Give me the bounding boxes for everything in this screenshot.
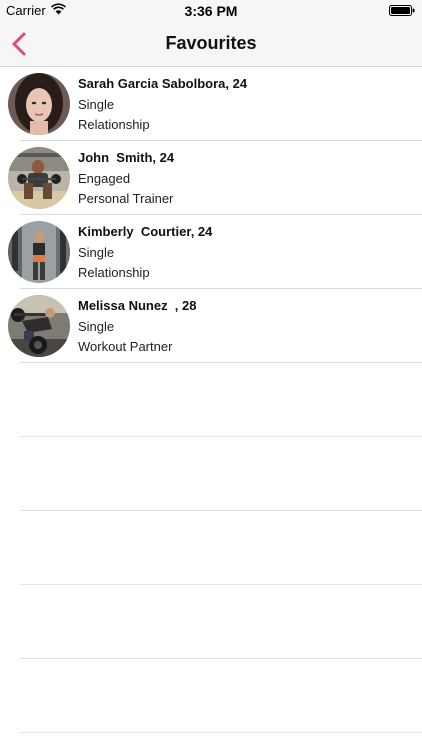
- status-bar: Carrier 3:36 PM: [0, 0, 422, 22]
- page-title: Favourites: [165, 33, 257, 53]
- favourite-name: Sarah Garcia Sabolbora, 24: [78, 76, 248, 91]
- favourites-list: Sarah Garcia Sabolbora, 24 Single Relati…: [0, 67, 422, 733]
- list-item[interactable]: Melissa Nunez , 28 Single Workout Partne…: [0, 289, 422, 363]
- navigation-bar: Favourites: [0, 22, 422, 67]
- avatar: [8, 295, 70, 357]
- favourite-name: John Smith, 24: [78, 150, 175, 165]
- favourite-status: Single: [78, 97, 115, 112]
- favourite-looking-for: Workout Partner: [78, 339, 173, 354]
- empty-row: [0, 437, 422, 511]
- avatar: [8, 147, 70, 209]
- favourite-status: Engaged: [78, 171, 131, 186]
- favourite-name: Kimberly Courtier, 24: [78, 224, 213, 239]
- battery-icon: [389, 5, 415, 16]
- empty-row: [0, 659, 422, 733]
- empty-row: [0, 363, 422, 437]
- favourite-status: Single: [78, 245, 115, 260]
- favourite-looking-for: Relationship: [78, 265, 150, 280]
- favourite-name: Melissa Nunez , 28: [78, 298, 197, 313]
- empty-row: [0, 511, 422, 585]
- avatar: [8, 221, 70, 283]
- list-item[interactable]: John Smith, 24 Engaged Personal Trainer: [0, 141, 422, 215]
- clock: 3:36 PM: [184, 3, 238, 19]
- favourite-looking-for: Personal Trainer: [78, 191, 174, 206]
- list-item[interactable]: Kimberly Courtier, 24 Single Relationshi…: [0, 215, 422, 289]
- favourite-looking-for: Relationship: [78, 117, 150, 132]
- favourite-status: Single: [78, 319, 115, 334]
- empty-row: [0, 585, 422, 659]
- list-item[interactable]: Sarah Garcia Sabolbora, 24 Single Relati…: [0, 67, 422, 141]
- avatar: [8, 73, 70, 135]
